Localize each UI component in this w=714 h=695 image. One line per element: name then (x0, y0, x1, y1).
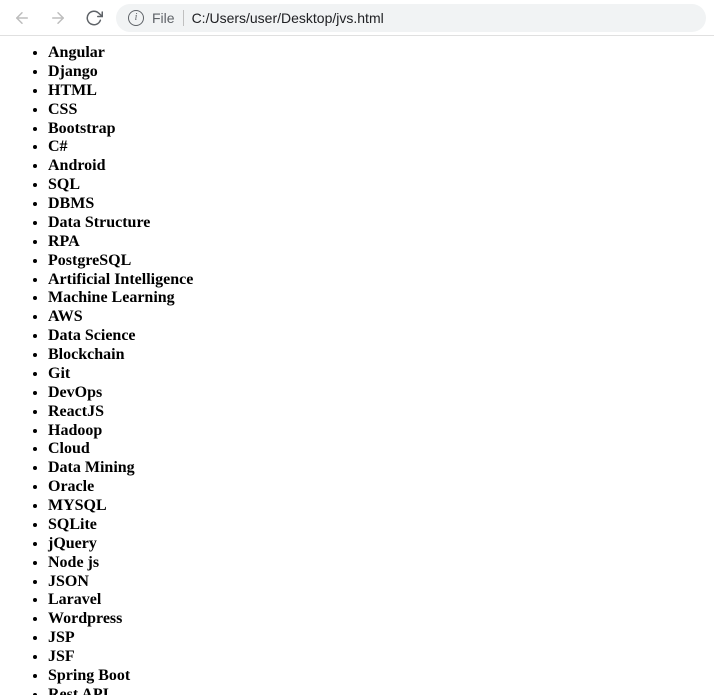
list-item: Cloud (48, 440, 706, 459)
list-item: Angular (48, 44, 706, 63)
list-item: CSS (48, 101, 706, 120)
list-item: Node js (48, 554, 706, 573)
address-divider (183, 10, 184, 26)
list-item: Laravel (48, 591, 706, 610)
address-bar[interactable]: i File C:/Users/user/Desktop/jvs.html (116, 4, 706, 32)
list-item: C# (48, 138, 706, 157)
list-item: Git (48, 365, 706, 384)
list-item: Blockchain (48, 346, 706, 365)
list-item: Android (48, 157, 706, 176)
forward-button[interactable] (44, 4, 72, 32)
list-item: Hadoop (48, 422, 706, 441)
list-item: JSON (48, 573, 706, 592)
list-item: SQL (48, 176, 706, 195)
page-content: AngularDjangoHTMLCSSBootstrapC#AndroidSQ… (0, 36, 714, 695)
arrow-right-icon (49, 9, 67, 27)
list-item: JSP (48, 629, 706, 648)
url-text: C:/Users/user/Desktop/jvs.html (192, 10, 384, 26)
list-item: DevOps (48, 384, 706, 403)
list-item: RPA (48, 233, 706, 252)
reload-button[interactable] (80, 4, 108, 32)
list-item: jQuery (48, 535, 706, 554)
list-item: MYSQL (48, 497, 706, 516)
browser-toolbar: i File C:/Users/user/Desktop/jvs.html (0, 0, 714, 36)
list-item: ReactJS (48, 403, 706, 422)
list-item: Artificial Intelligence (48, 271, 706, 290)
list-item: Machine Learning (48, 289, 706, 308)
list-item: PostgreSQL (48, 252, 706, 271)
list-item: Django (48, 63, 706, 82)
file-scheme-label: File (152, 10, 175, 26)
list-item: JSF (48, 648, 706, 667)
back-button[interactable] (8, 4, 36, 32)
list-item: Rest API (48, 686, 706, 695)
list-item: Bootstrap (48, 120, 706, 139)
list-item: SQLite (48, 516, 706, 535)
info-icon[interactable]: i (128, 10, 144, 26)
list-item: Spring Boot (48, 667, 706, 686)
list-item: AWS (48, 308, 706, 327)
reload-icon (85, 9, 103, 27)
list-item: Oracle (48, 478, 706, 497)
list-item: Data Structure (48, 214, 706, 233)
list-item: Wordpress (48, 610, 706, 629)
list-item: DBMS (48, 195, 706, 214)
list-item: HTML (48, 82, 706, 101)
list-item: Data Science (48, 327, 706, 346)
technology-list: AngularDjangoHTMLCSSBootstrapC#AndroidSQ… (8, 44, 706, 695)
list-item: Data Mining (48, 459, 706, 478)
arrow-left-icon (13, 9, 31, 27)
